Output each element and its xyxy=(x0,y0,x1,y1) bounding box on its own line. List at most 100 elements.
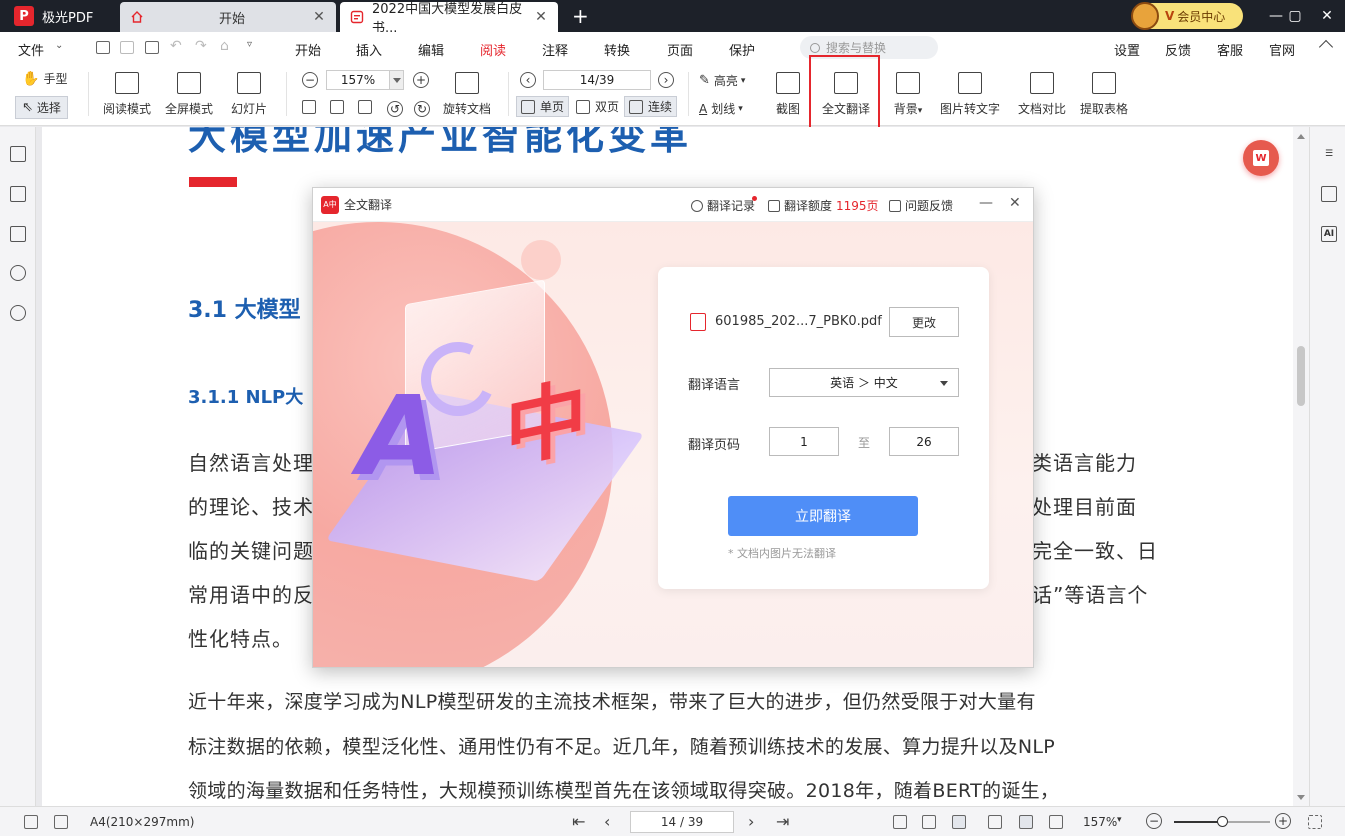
continuous-button[interactable]: 连续 xyxy=(624,96,678,117)
collapse-ribbon-icon[interactable] xyxy=(1318,39,1334,55)
chevron-down-icon[interactable]: ▾ xyxy=(1117,815,1122,825)
fullscreen-button[interactable]: 全屏模式 xyxy=(164,72,214,117)
change-file-button[interactable]: 更改 xyxy=(889,307,959,337)
close-icon[interactable]: ✕ xyxy=(312,9,326,25)
search-icon[interactable] xyxy=(10,265,26,281)
fit-page-button[interactable] xyxy=(330,100,349,114)
issue-feedback-label: 问题反馈 xyxy=(905,199,954,213)
menu-page[interactable]: 页面 xyxy=(667,40,693,59)
scroll-down-icon[interactable] xyxy=(1297,795,1305,800)
translate-history-button[interactable]: 翻译记录 xyxy=(691,197,755,214)
menu-read[interactable]: 阅读 xyxy=(477,40,509,65)
dialog-minimize-icon[interactable]: — xyxy=(979,195,993,211)
page-number-input[interactable]: 14/39 xyxy=(543,70,651,90)
zoom-in-icon[interactable]: + xyxy=(1275,813,1291,829)
properties-sliders-icon[interactable]: ☰ xyxy=(1321,146,1337,162)
home-nav-icon[interactable]: ⌂ xyxy=(220,38,229,54)
highlight-button[interactable]: ✎ 高亮 ▾ xyxy=(699,72,745,89)
document-compare-button[interactable]: 文档对比 xyxy=(1016,72,1068,117)
scroll-up-icon[interactable] xyxy=(1297,134,1305,139)
toggle-left-panel-icon[interactable] xyxy=(24,815,38,829)
next-page-icon[interactable]: › xyxy=(658,72,674,88)
background-button[interactable]: 背景▾ xyxy=(890,72,926,117)
menu-settings[interactable]: 设置 xyxy=(1114,40,1140,59)
zoom-out-icon[interactable]: − xyxy=(1146,813,1162,829)
actual-size-button[interactable] xyxy=(302,100,321,114)
translate-quota[interactable]: 翻译额度 1195页 xyxy=(768,197,879,214)
translate-now-button[interactable]: 立即翻译 xyxy=(728,496,918,536)
open-folder-icon[interactable] xyxy=(96,41,110,54)
dialog-close-icon[interactable]: ✕ xyxy=(1009,195,1021,211)
menu-support[interactable]: 客服 xyxy=(1217,40,1243,59)
fit-page-icon[interactable] xyxy=(922,815,936,829)
menu-website[interactable]: 官网 xyxy=(1269,40,1295,59)
double-page-icon[interactable] xyxy=(1049,815,1063,829)
maximize-icon[interactable]: ▢ xyxy=(1277,0,1313,32)
rotate-document-button[interactable]: 旋转文档 xyxy=(440,72,494,117)
new-tab-plus-icon[interactable]: + xyxy=(572,4,589,28)
fit-width-button[interactable] xyxy=(358,100,377,114)
read-mode-button[interactable]: 阅读模式 xyxy=(102,72,152,117)
chevron-down-icon[interactable]: ⌄ xyxy=(55,40,63,51)
status-zoom-value[interactable]: 157% xyxy=(1083,815,1117,829)
comments-icon[interactable] xyxy=(10,226,26,242)
attachment-icon[interactable] xyxy=(10,305,26,321)
chat-icon[interactable] xyxy=(1321,186,1337,202)
actual-size-icon[interactable] xyxy=(893,815,907,829)
close-icon[interactable]: ✕ xyxy=(534,9,548,25)
double-page-button[interactable]: 双页 xyxy=(576,98,619,115)
language-select[interactable]: 英语 ＞ 中文 xyxy=(769,368,959,397)
single-page-button[interactable]: 单页 xyxy=(516,96,570,117)
vertical-scrollbar[interactable] xyxy=(1293,127,1309,806)
floating-assistant-button[interactable]: W xyxy=(1243,140,1279,176)
fit-width-icon[interactable] xyxy=(952,815,966,829)
zoom-in-icon[interactable]: + xyxy=(413,72,429,88)
continuous-icon[interactable] xyxy=(1019,815,1033,829)
tab-home[interactable]: 开始 ✕ xyxy=(120,2,336,32)
underline-button[interactable]: A 划线 ▾ xyxy=(699,100,743,117)
menu-file[interactable]: 文件 xyxy=(18,40,44,59)
redo-icon[interactable]: ↷ xyxy=(195,38,207,54)
menu-start[interactable]: 开始 xyxy=(295,40,321,59)
select-tool-button[interactable]: ⇖ 选择 xyxy=(15,96,68,119)
menu-convert[interactable]: 转换 xyxy=(604,40,630,59)
menu-edit[interactable]: 编辑 xyxy=(418,40,444,59)
issue-feedback-button[interactable]: 问题反馈 xyxy=(889,197,953,214)
first-page-icon[interactable]: ⇤ xyxy=(572,812,585,831)
menu-feedback[interactable]: 反馈 xyxy=(1165,40,1191,59)
previous-page-icon[interactable]: ‹ xyxy=(520,72,536,88)
ai-icon[interactable]: AI xyxy=(1321,226,1337,242)
menu-protect[interactable]: 保护 xyxy=(729,40,755,59)
thumbnails-icon[interactable] xyxy=(10,186,26,202)
zoom-out-icon[interactable]: − xyxy=(302,72,318,88)
image-to-text-button[interactable]: 图片转文字 xyxy=(938,72,1002,117)
quick-access-dropdown-icon[interactable]: ▿ xyxy=(247,39,252,50)
extract-table-button[interactable]: 提取表格 xyxy=(1078,72,1130,117)
page-to-input[interactable] xyxy=(889,427,959,456)
rotate-left-icon[interactable]: ↺ xyxy=(387,101,403,117)
zoom-select[interactable]: 157% xyxy=(326,70,404,90)
page-from-input[interactable] xyxy=(769,427,839,456)
hand-tool-button[interactable]: ✋ 手型 xyxy=(22,70,67,87)
scrollbar-thumb[interactable] xyxy=(1297,346,1305,406)
undo-icon[interactable]: ↶ xyxy=(170,38,182,54)
print-icon[interactable] xyxy=(145,41,159,54)
fit-screen-icon[interactable] xyxy=(1308,815,1322,829)
single-page-icon[interactable] xyxy=(988,815,1002,829)
zoom-slider-handle[interactable] xyxy=(1217,816,1228,827)
menu-annotate[interactable]: 注释 xyxy=(542,40,568,59)
vip-center-button[interactable]: V 会员中心 xyxy=(1131,2,1243,30)
save-icon[interactable] xyxy=(120,41,134,54)
rotate-right-icon[interactable]: ↻ xyxy=(414,101,430,117)
window-close-icon[interactable]: ✕ xyxy=(1309,0,1345,32)
screenshot-button[interactable]: 截图 xyxy=(772,72,804,117)
toggle-right-panel-icon[interactable] xyxy=(54,815,68,829)
bookmark-icon[interactable] xyxy=(10,146,26,162)
menu-insert[interactable]: 插入 xyxy=(356,40,382,59)
previous-page-icon[interactable]: ‹ xyxy=(604,812,610,831)
next-page-icon[interactable]: › xyxy=(748,812,754,831)
tab-document[interactable]: 2022中国大模型发展白皮书... ✕ xyxy=(340,2,558,36)
last-page-icon[interactable]: ⇥ xyxy=(776,812,789,831)
slideshow-button[interactable]: 幻灯片 xyxy=(228,72,270,117)
status-page-input[interactable]: 14 / 39 xyxy=(630,811,734,833)
